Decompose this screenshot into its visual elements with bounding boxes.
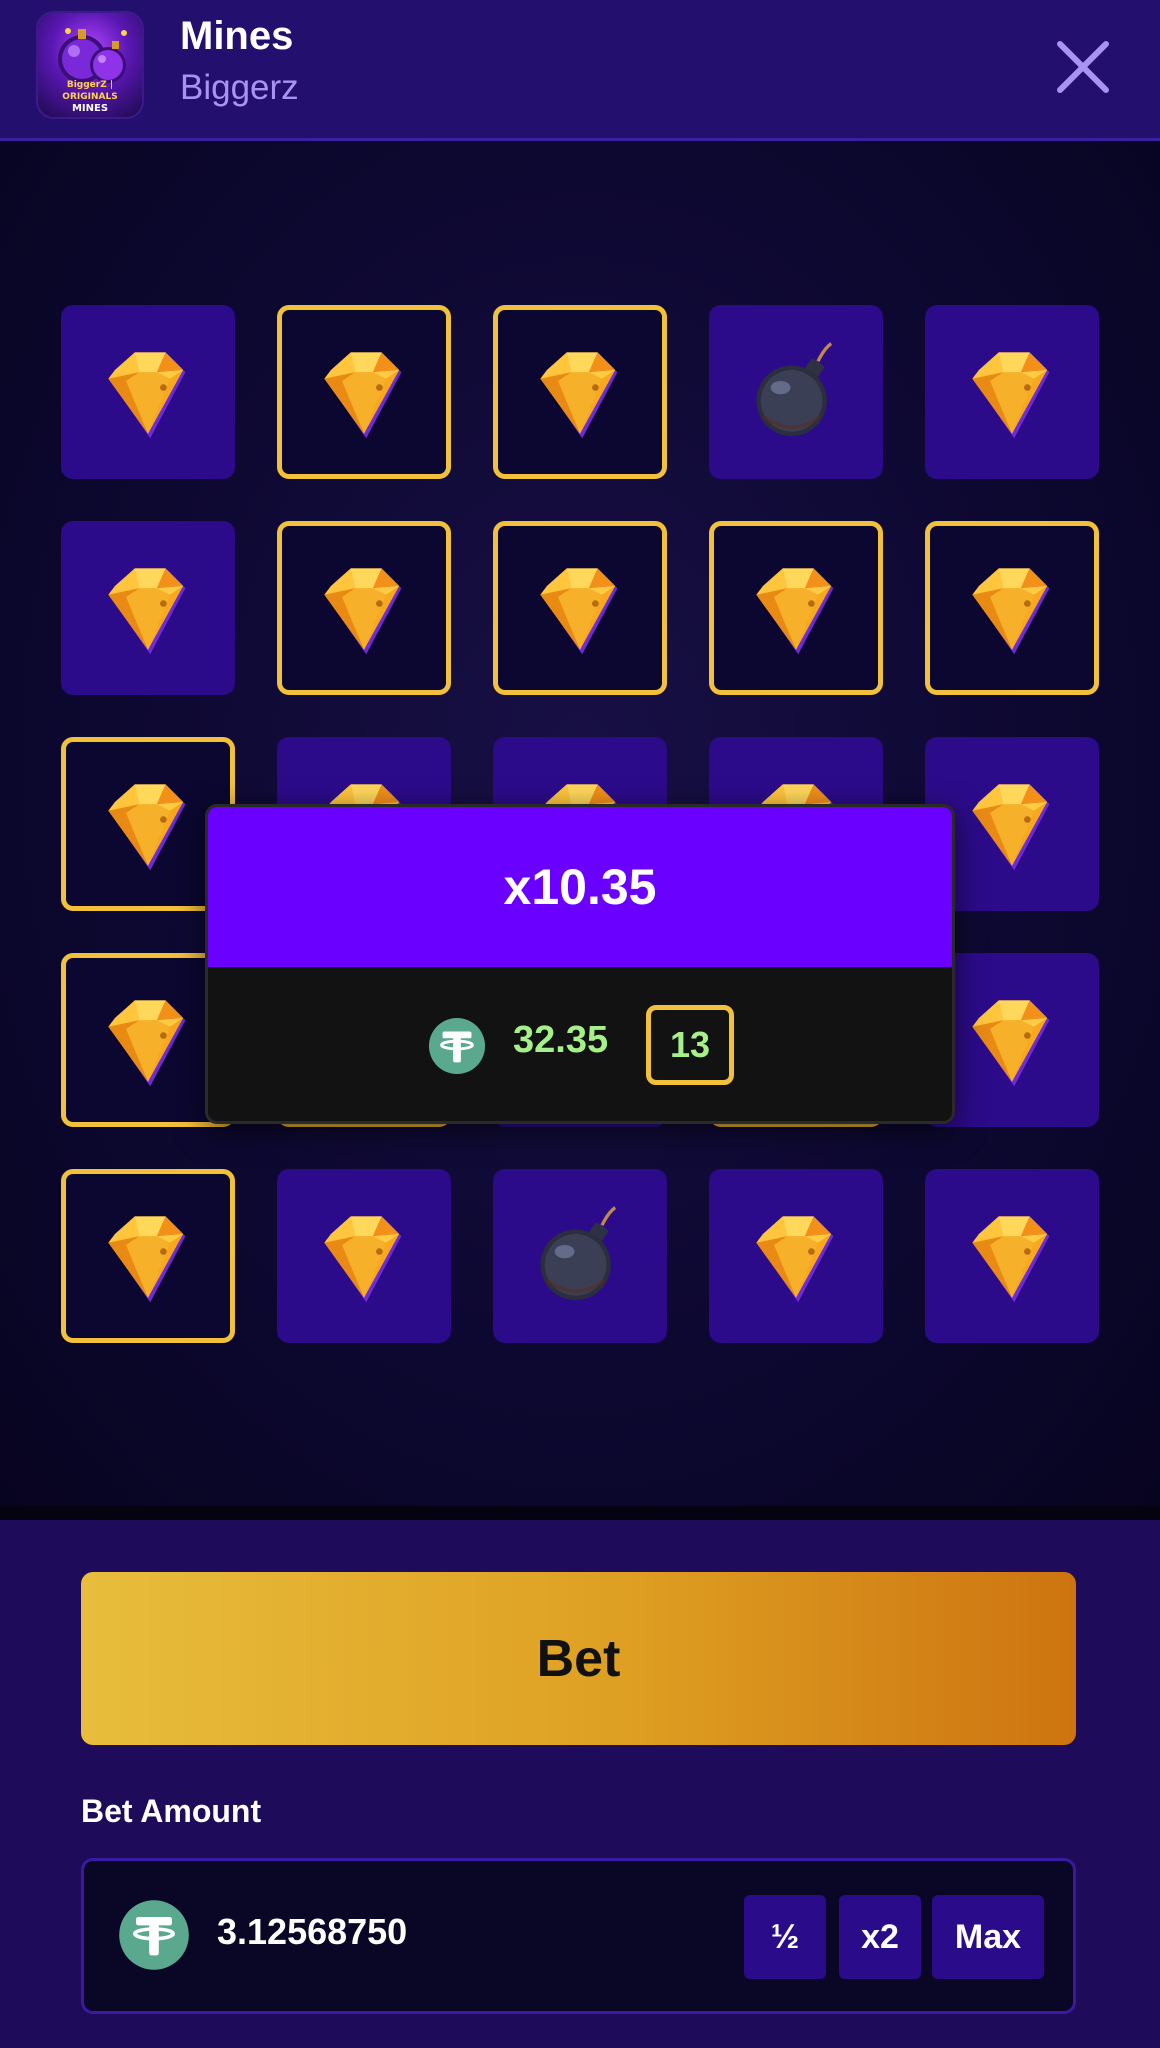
gem-icon <box>972 1216 1050 1303</box>
gems-found-badge: 13 <box>646 1005 734 1085</box>
result-popup: x10.35 32.35 13 <box>205 804 955 1124</box>
gem-icon <box>540 352 618 439</box>
bet-amount-input[interactable]: 3.12568750 <box>217 1911 407 1953</box>
gem-icon <box>756 1216 834 1303</box>
payout-row: 32.35 13 <box>208 967 952 1121</box>
close-icon[interactable] <box>1050 34 1116 100</box>
gem-icon <box>108 568 186 655</box>
gem-icon <box>540 568 618 655</box>
max-bet-button[interactable]: Max <box>932 1895 1044 1979</box>
mine-tile-2-5[interactable] <box>925 521 1099 695</box>
bet-amount-label: Bet Amount <box>81 1793 262 1829</box>
gem-icon <box>108 352 186 439</box>
mine-tile-1-2[interactable] <box>277 305 451 479</box>
mine-tile-5-3[interactable] <box>493 1169 667 1343</box>
bomb-icon <box>540 1206 617 1300</box>
mine-tile-5-2[interactable] <box>277 1169 451 1343</box>
mine-tile-5-1[interactable] <box>61 1169 235 1343</box>
gem-icon <box>108 1216 186 1303</box>
gem-icon <box>972 784 1050 871</box>
tether-icon <box>428 1017 486 1075</box>
page-title: Mines <box>180 14 294 58</box>
icon-caption-top: BiggerZ | ORIGINALS <box>62 80 118 102</box>
tether-icon <box>119 1900 189 1970</box>
mine-tile-5-4[interactable] <box>709 1169 883 1343</box>
gem-icon <box>108 1000 186 1087</box>
mine-tile-2-1[interactable] <box>61 521 235 695</box>
bet-panel: Bet Bet Amount 3.12568750 ½ x2 Max <box>0 1520 1160 2048</box>
panel-divider <box>0 1506 1160 1520</box>
half-bet-button[interactable]: ½ <box>744 1895 826 1979</box>
provider-name: Biggerz <box>180 68 299 107</box>
multiplier-banner: x10.35 <box>208 807 952 967</box>
gem-icon <box>972 568 1050 655</box>
game-board: x10.35 32.35 13 <box>0 141 1160 1519</box>
double-bet-button[interactable]: x2 <box>839 1895 921 1979</box>
game-header: BiggerZ | ORIGINALS MINES Mines Biggerz <box>0 0 1160 141</box>
payout-amount: 32.35 <box>513 1019 609 1061</box>
gem-icon <box>324 352 402 439</box>
mine-tile-1-4[interactable] <box>709 305 883 479</box>
gem-icon <box>324 568 402 655</box>
mine-tile-1-3[interactable] <box>493 305 667 479</box>
mine-tile-1-1[interactable] <box>61 305 235 479</box>
gem-icon <box>324 1216 402 1303</box>
gem-icon <box>756 568 834 655</box>
bomb-icon <box>756 342 833 436</box>
close-button[interactable] <box>1050 34 1116 100</box>
bet-button[interactable]: Bet <box>81 1572 1076 1745</box>
mines-app-icon: BiggerZ | ORIGINALS MINES <box>36 11 144 119</box>
mine-tile-2-2[interactable] <box>277 521 451 695</box>
icon-caption-bottom: MINES <box>71 103 109 114</box>
gem-icon <box>972 352 1050 439</box>
mine-tile-5-5[interactable] <box>925 1169 1099 1343</box>
mine-tile-1-5[interactable] <box>925 305 1099 479</box>
gem-icon <box>972 1000 1050 1087</box>
mine-tile-2-3[interactable] <box>493 521 667 695</box>
bet-amount-field[interactable]: 3.12568750 ½ x2 Max <box>81 1858 1076 2014</box>
multiplier-value: x10.35 <box>503 859 657 915</box>
mine-tile-2-4[interactable] <box>709 521 883 695</box>
gem-icon <box>108 784 186 871</box>
